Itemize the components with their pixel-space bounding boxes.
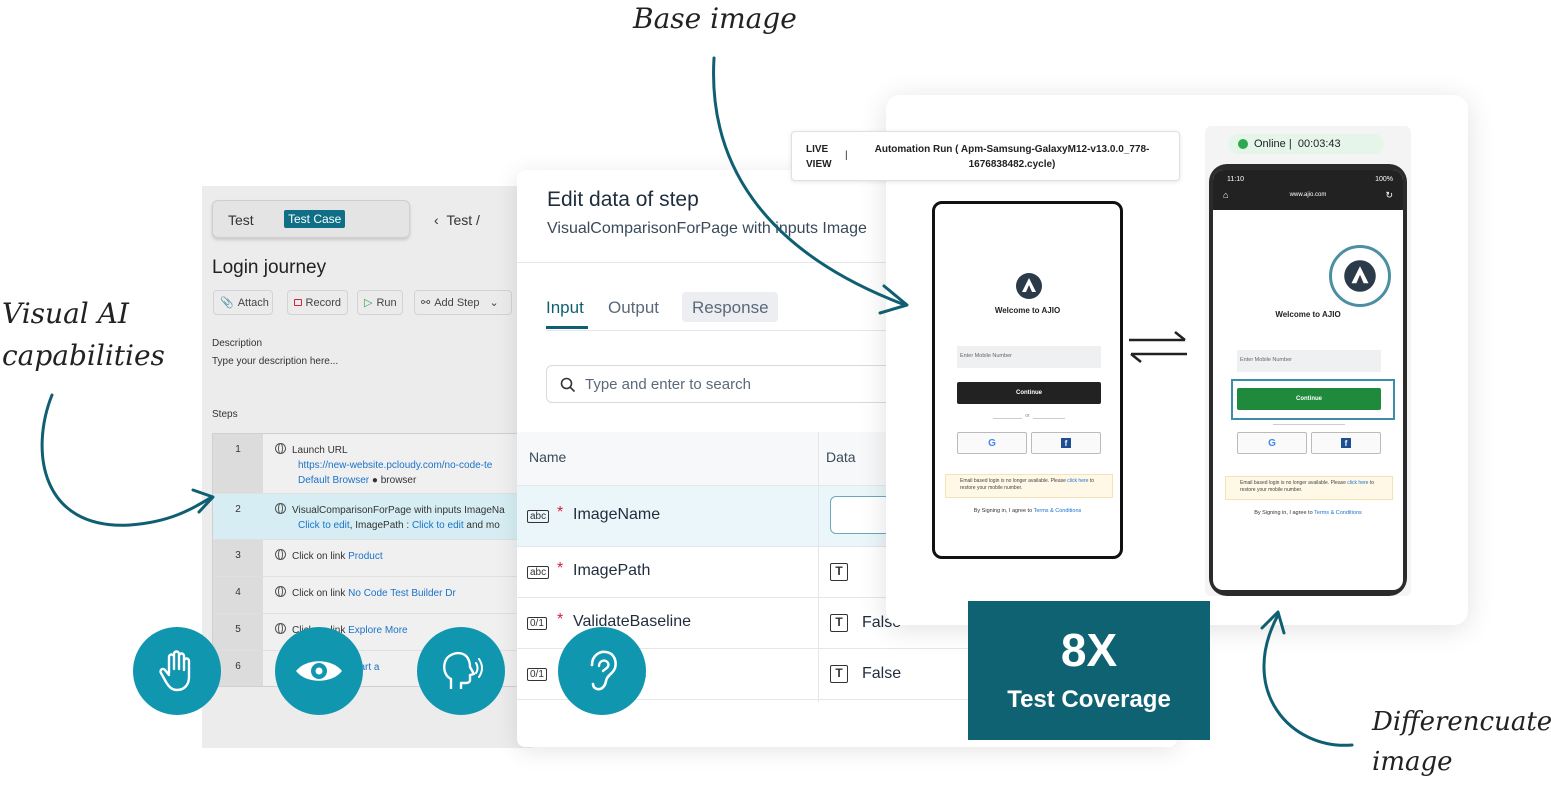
annotation-arrows bbox=[40, 56, 1354, 747]
base-image-arrow bbox=[712, 56, 907, 307]
diff-image-arrow bbox=[1262, 613, 1354, 747]
visual-ai-arrow bbox=[40, 393, 214, 527]
